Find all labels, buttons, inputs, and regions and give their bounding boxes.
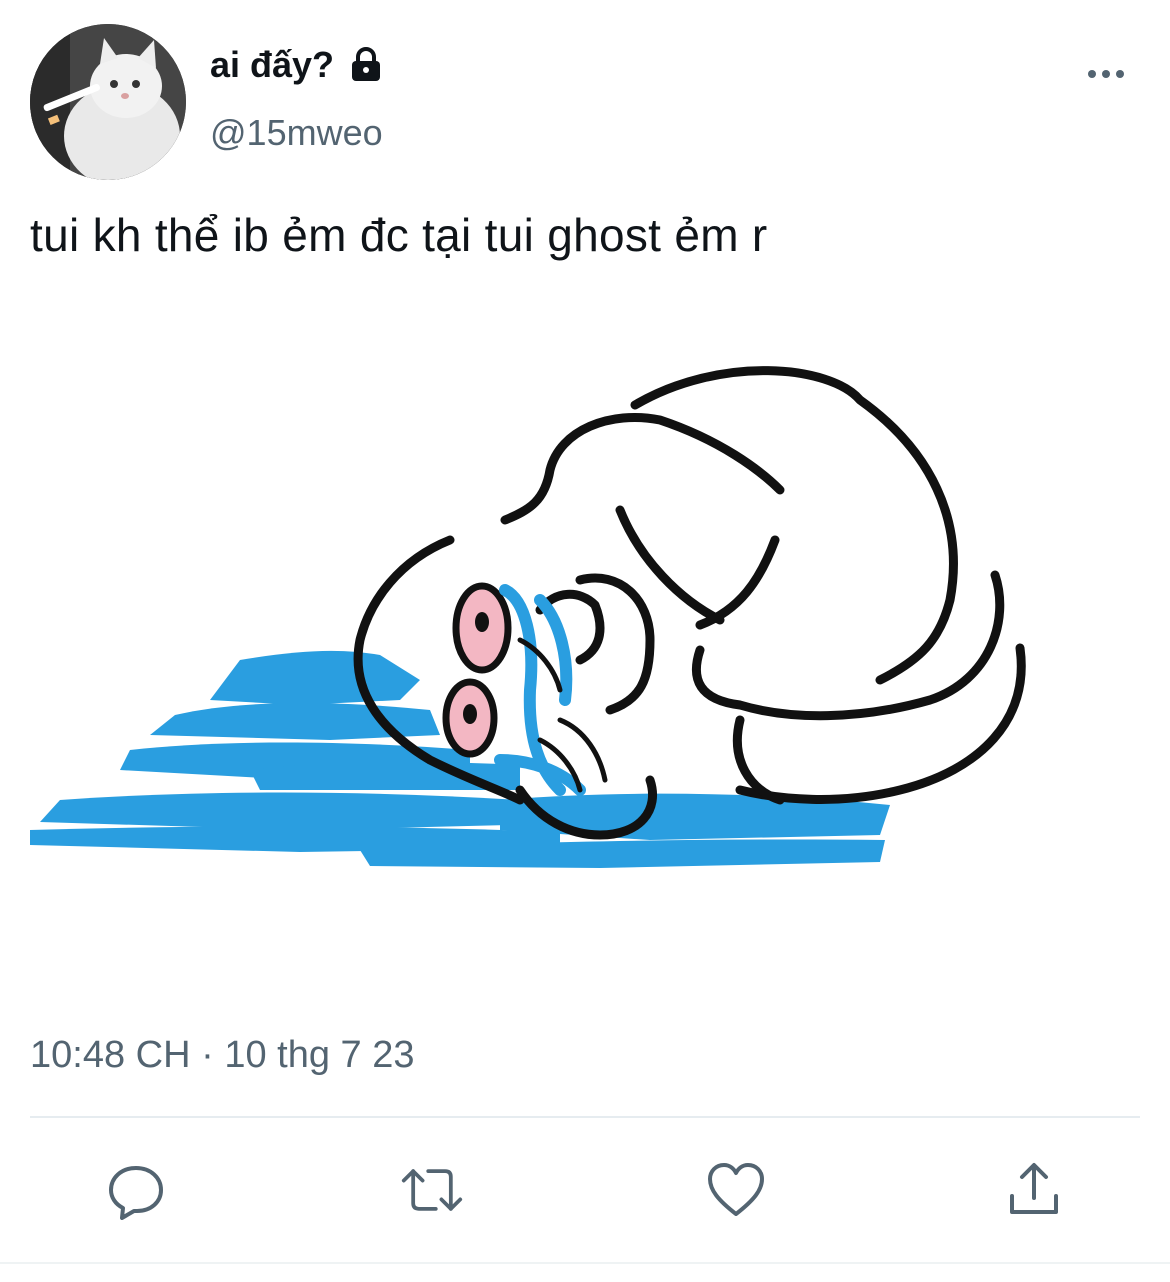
display-name-text: ai đấy?	[210, 44, 335, 85]
heart-icon[interactable]	[704, 1158, 768, 1222]
tweet-date: 10 thg 7 23	[224, 1034, 415, 1076]
divider	[30, 1116, 1140, 1118]
more-horizontal-icon[interactable]	[1084, 62, 1128, 86]
share-icon[interactable]	[1002, 1158, 1066, 1222]
user-display-name[interactable]: ai đấy?	[210, 44, 386, 86]
reply-icon[interactable]	[104, 1158, 168, 1222]
retweet-icon[interactable]	[400, 1158, 464, 1222]
user-handle[interactable]: @15mweo	[210, 112, 383, 154]
avatar[interactable]	[30, 24, 186, 180]
lock-icon	[346, 45, 386, 85]
tweet-time: 10:48 CH	[30, 1034, 191, 1076]
tweet-media-image[interactable]	[0, 300, 1170, 1000]
timestamp-separator: ·	[190, 1034, 225, 1076]
tweet-timestamp[interactable]: 10:48 CH · 10 thg 7 23	[30, 1034, 415, 1077]
bottom-divider	[0, 1262, 1170, 1264]
tweet-text: tui kh thể ib ẻm đc tại tui ghost ẻm r	[30, 209, 768, 261]
